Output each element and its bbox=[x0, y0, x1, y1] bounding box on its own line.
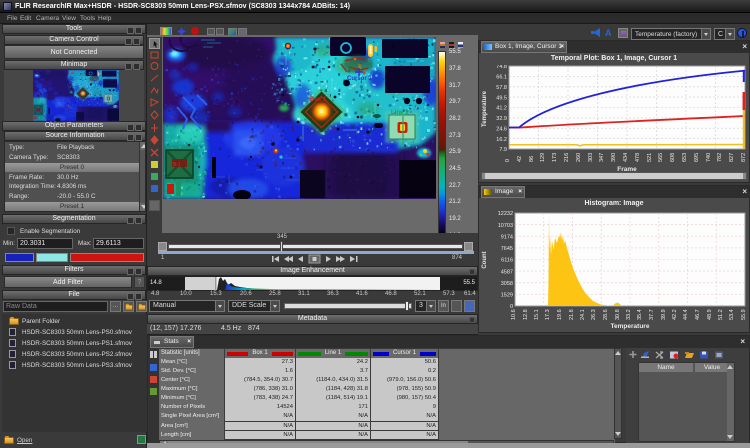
svg-text:74.8: 74.8 bbox=[496, 65, 507, 70]
svg-text:17.3: 17.3 bbox=[545, 309, 551, 320]
svg-text:347: 347 bbox=[599, 153, 605, 162]
svg-text:37.7: 37.7 bbox=[649, 309, 655, 320]
svg-text:608: 608 bbox=[670, 153, 676, 162]
svg-text:740: 740 bbox=[706, 153, 712, 162]
svg-text:434: 434 bbox=[623, 153, 629, 162]
svg-text:49.5: 49.5 bbox=[496, 95, 507, 101]
svg-text:129: 129 bbox=[540, 153, 546, 162]
svg-text:32.9: 32.9 bbox=[496, 116, 507, 122]
svg-text:Temperature: Temperature bbox=[482, 90, 488, 127]
svg-text:12.8: 12.8 bbox=[523, 309, 529, 320]
svg-text:12232: 12232 bbox=[498, 211, 513, 217]
svg-text:3058: 3058 bbox=[501, 281, 513, 287]
svg-text:478: 478 bbox=[635, 153, 641, 162]
svg-text:28.6: 28.6 bbox=[603, 309, 609, 320]
svg-text:872: 872 bbox=[741, 153, 747, 162]
svg-text:24.1: 24.1 bbox=[580, 309, 586, 320]
svg-text:260: 260 bbox=[576, 153, 582, 162]
svg-text:521: 521 bbox=[647, 153, 653, 162]
svg-text:7.9: 7.9 bbox=[499, 147, 507, 153]
svg-text:303: 303 bbox=[588, 153, 594, 162]
svg-text:9174: 9174 bbox=[501, 234, 513, 240]
svg-text:21.8: 21.8 bbox=[569, 309, 575, 320]
svg-text:7645: 7645 bbox=[501, 246, 513, 252]
svg-text:653: 653 bbox=[682, 153, 688, 162]
svg-text:44.4: 44.4 bbox=[683, 309, 689, 320]
svg-text:15.1: 15.1 bbox=[534, 309, 540, 320]
svg-text:39.9: 39.9 bbox=[661, 309, 667, 320]
svg-text:216: 216 bbox=[564, 153, 570, 162]
svg-text:33.2: 33.2 bbox=[626, 309, 632, 320]
svg-text:30.8: 30.8 bbox=[615, 309, 621, 320]
svg-text:42: 42 bbox=[517, 156, 523, 162]
svg-text:695: 695 bbox=[694, 153, 700, 162]
svg-text:Temperature: Temperature bbox=[611, 323, 650, 330]
svg-text:42.2: 42.2 bbox=[672, 309, 678, 320]
svg-text:827: 827 bbox=[729, 153, 735, 162]
svg-text:41.2: 41.2 bbox=[496, 106, 507, 112]
svg-text:0: 0 bbox=[505, 159, 511, 162]
svg-text:66.1: 66.1 bbox=[496, 75, 507, 81]
svg-text:35.4: 35.4 bbox=[637, 309, 643, 320]
svg-text:48.9: 48.9 bbox=[707, 309, 713, 320]
svg-text:46.7: 46.7 bbox=[695, 309, 701, 320]
svg-text:390: 390 bbox=[611, 153, 617, 162]
svg-text:4587: 4587 bbox=[501, 269, 513, 275]
svg-text:1529: 1529 bbox=[501, 293, 513, 299]
svg-text:53.4: 53.4 bbox=[729, 309, 735, 320]
svg-text:26.3: 26.3 bbox=[591, 309, 597, 320]
svg-text:10.6: 10.6 bbox=[511, 309, 517, 320]
svg-text:173: 173 bbox=[552, 153, 558, 162]
svg-text:782: 782 bbox=[717, 153, 723, 162]
svg-text:6116: 6116 bbox=[501, 258, 513, 264]
svg-text:86: 86 bbox=[529, 156, 535, 162]
svg-text:565: 565 bbox=[658, 153, 664, 162]
svg-text:57.8: 57.8 bbox=[496, 85, 507, 91]
svg-text:24.6: 24.6 bbox=[496, 127, 507, 133]
svg-text:51.2: 51.2 bbox=[718, 309, 724, 320]
svg-text:55.9: 55.9 bbox=[741, 309, 747, 320]
svg-text:16.2: 16.2 bbox=[496, 137, 507, 143]
svg-text:10703: 10703 bbox=[498, 223, 513, 229]
svg-text:Count: Count bbox=[482, 251, 488, 268]
svg-text:19.6: 19.6 bbox=[557, 309, 563, 320]
